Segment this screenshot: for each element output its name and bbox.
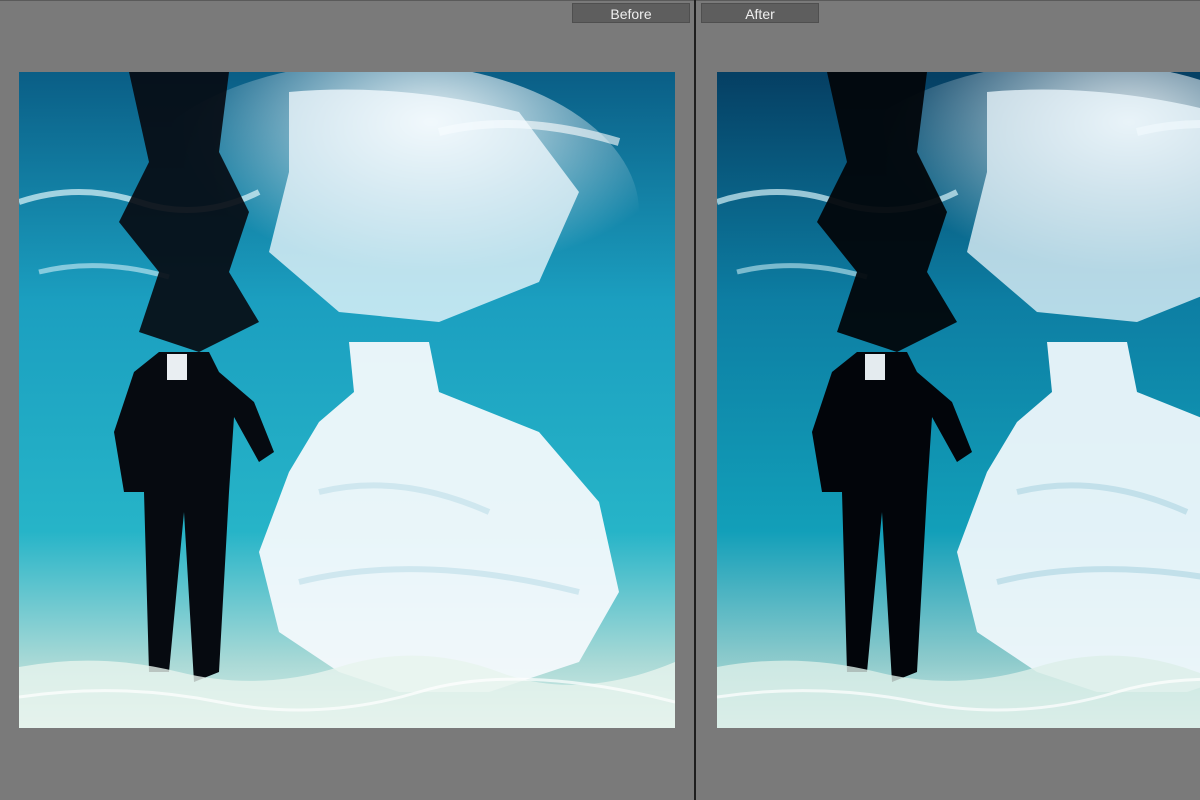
- before-label: Before: [572, 3, 690, 23]
- after-photo[interactable]: [717, 72, 1200, 728]
- before-photo[interactable]: [19, 72, 675, 728]
- after-photo-image: [717, 72, 1200, 728]
- after-panel[interactable]: After: [696, 0, 1200, 800]
- before-photo-image: [19, 72, 675, 728]
- before-panel[interactable]: Before: [0, 0, 694, 800]
- after-label: After: [701, 3, 819, 23]
